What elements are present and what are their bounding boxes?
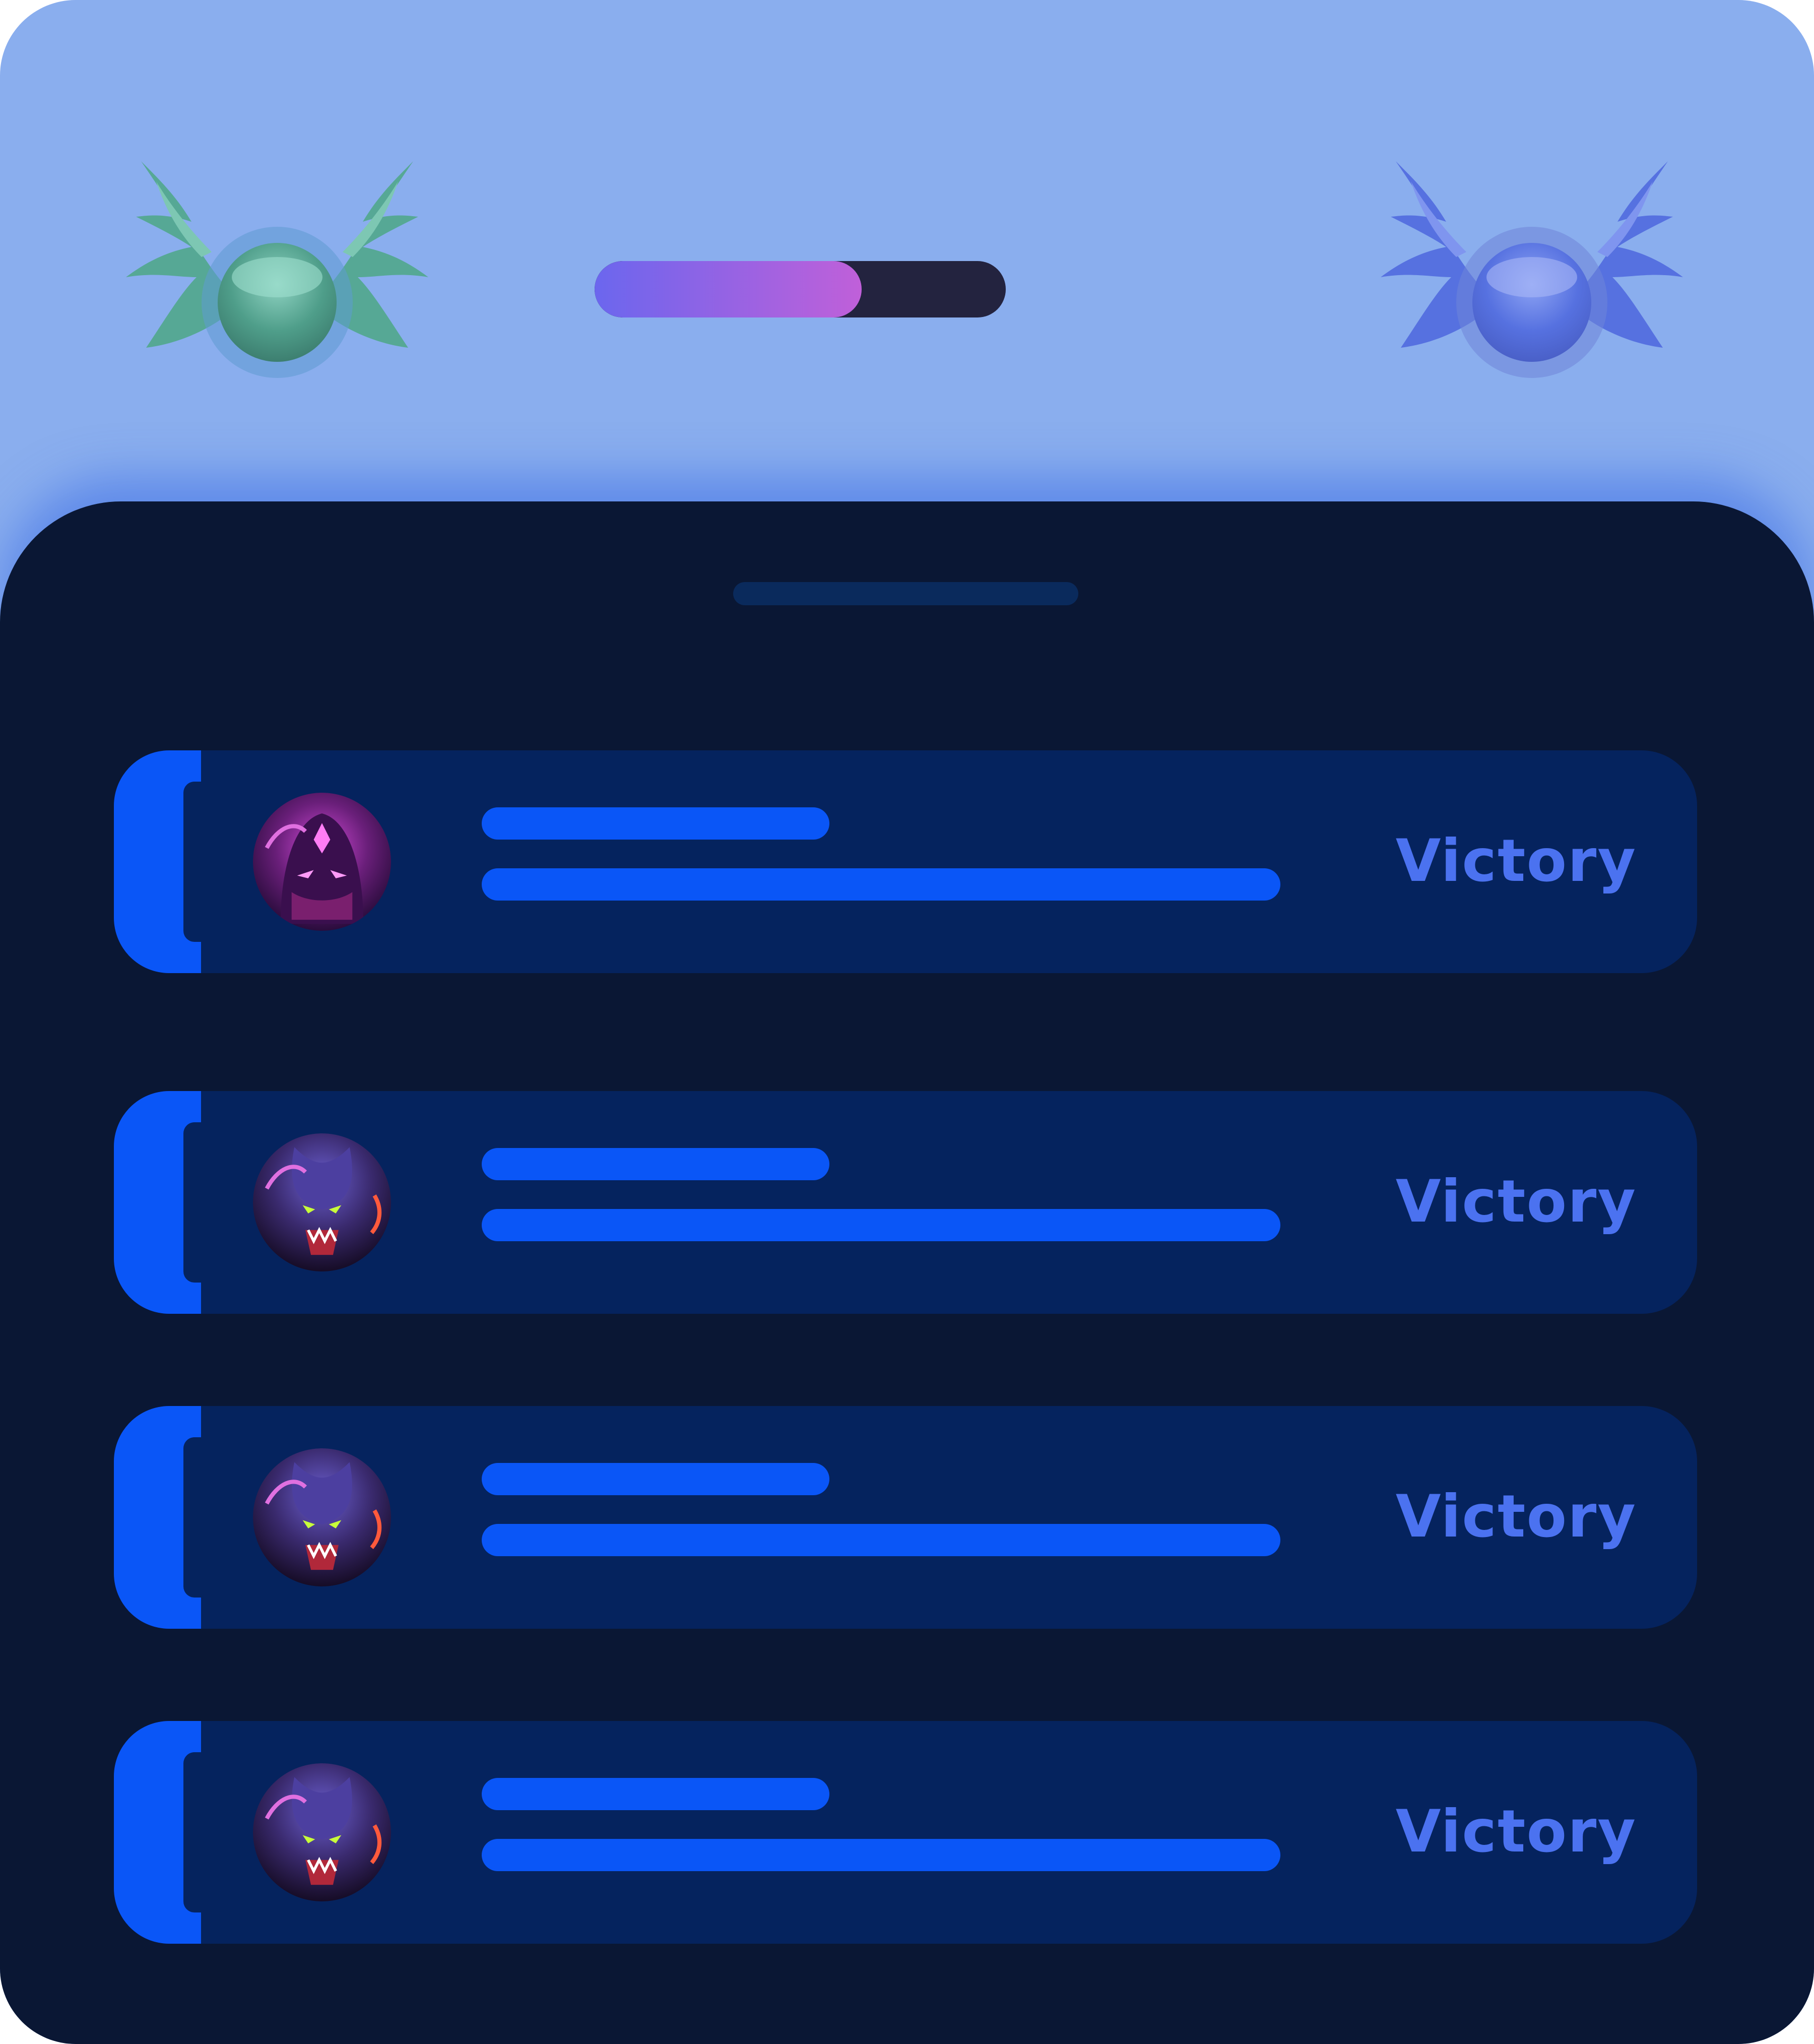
match-title-placeholder	[482, 1148, 829, 1180]
beast-monster-avatar-icon	[253, 1133, 391, 1271]
match-history-sheet: Victory Victory Victory Victory	[0, 501, 1814, 2044]
beast-monster-avatar-icon	[253, 1763, 391, 1901]
match-title-placeholder	[482, 1778, 829, 1810]
drag-handle[interactable]	[733, 582, 1078, 605]
match-details-placeholder	[482, 1209, 1280, 1241]
match-details-placeholder	[482, 1524, 1280, 1556]
progress-bar	[595, 261, 1006, 317]
profile-card: Victory Victory Victory Victory	[0, 0, 1814, 2044]
match-details-placeholder	[482, 868, 1280, 901]
match-title-placeholder	[482, 1463, 829, 1495]
match-result-label: Victory	[1395, 1483, 1637, 1551]
match-result-label: Victory	[1395, 1798, 1637, 1866]
beast-monster-avatar-icon	[253, 1448, 391, 1586]
match-row[interactable]: Victory	[114, 750, 1697, 973]
match-title-placeholder	[482, 807, 829, 840]
match-row[interactable]: Victory	[114, 1091, 1697, 1314]
match-details-placeholder	[482, 1839, 1280, 1871]
match-row[interactable]: Victory	[114, 1721, 1697, 1944]
match-result-label: Victory	[1395, 827, 1637, 895]
right-emblem-icon	[1381, 151, 1683, 383]
match-row[interactable]: Victory	[114, 1406, 1697, 1629]
match-result-label: Victory	[1395, 1168, 1637, 1236]
hooded-mage-avatar-icon	[253, 793, 391, 931]
left-emblem-icon	[126, 151, 428, 383]
progress-fill	[595, 261, 862, 317]
